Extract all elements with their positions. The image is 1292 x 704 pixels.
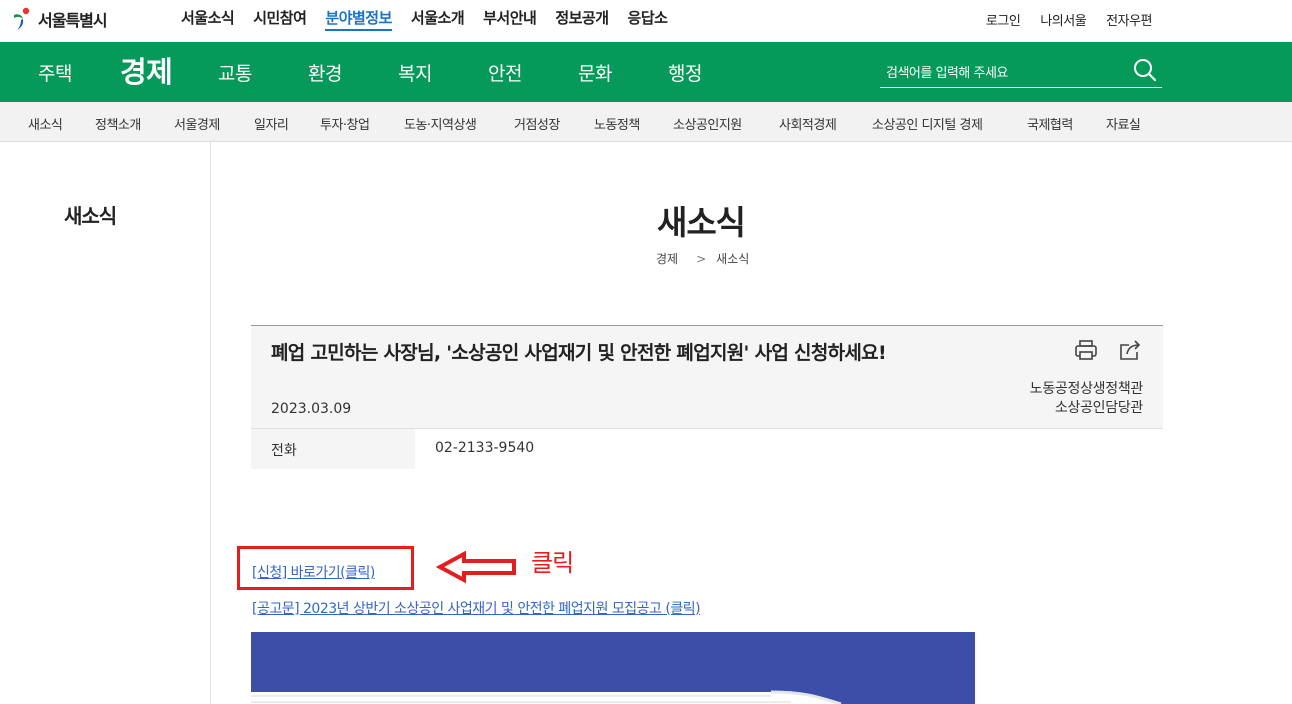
gnb-seoul-news[interactable]: 서울소식	[181, 8, 235, 31]
subnav-digital-economy[interactable]: 소상공인 디지털 경제	[872, 114, 983, 133]
subnav-policy-intro[interactable]: 정책소개	[95, 114, 141, 133]
seoul-logo[interactable]: 서울특별시	[10, 4, 108, 34]
subnav-international[interactable]: 국제협력	[1027, 114, 1073, 133]
seoul-logo-icon	[14, 7, 30, 30]
article-header: 폐업 고민하는 사장님, '소상공인 사업재기 및 안전한 폐업지원' 사업 신…	[251, 325, 1163, 469]
utility-menu: 로그인 나의서울 전자우편	[966, 10, 1153, 29]
phone-label: 전화	[251, 429, 415, 469]
subnav-regional[interactable]: 도농·지역상생	[404, 114, 477, 133]
logo-text: 서울특별시	[38, 11, 108, 30]
subnav-small-business[interactable]: 소상공인지원	[673, 114, 742, 133]
sidebar-title: 새소식	[64, 204, 117, 228]
category-nav: 주택 경제 교통 환경 복지 안전 문화 행정	[0, 42, 1292, 102]
breadcrumb: 경제 > 새소식	[656, 250, 749, 267]
subnav-social-economy[interactable]: 사회적경제	[779, 114, 837, 133]
email-link[interactable]: 전자우편	[1106, 10, 1152, 29]
gnb-departments[interactable]: 부서안내	[483, 8, 537, 31]
gnb-field-info[interactable]: 분야별정보	[325, 8, 392, 31]
category-culture[interactable]: 문화	[578, 42, 612, 102]
sidebar-divider	[210, 142, 211, 704]
subnav-news[interactable]: 새소식	[28, 114, 63, 133]
category-safety[interactable]: 안전	[488, 42, 522, 102]
category-environment[interactable]: 환경	[308, 42, 342, 102]
gnb-citizen-participation[interactable]: 시민참여	[253, 8, 307, 31]
print-icon[interactable]	[1073, 338, 1099, 362]
page-title: 새소식	[656, 203, 746, 242]
subnav-investment[interactable]: 투자·창업	[320, 114, 370, 133]
department-line-1: 노동공정상생정책관	[1029, 381, 1144, 397]
sub-nav: 새소식 정책소개 서울경제 일자리 투자·창업 도농·지역상생 거점성장 노동정…	[0, 102, 1292, 142]
category-economy[interactable]: 경제	[120, 42, 173, 102]
breadcrumb-economy[interactable]: 경제	[656, 250, 678, 267]
search-box	[880, 57, 1162, 88]
phone-row: 전화 02-2133-9540	[251, 428, 1163, 469]
category-administration[interactable]: 행정	[668, 42, 702, 102]
article-date: 2023.03.09	[271, 401, 352, 417]
phone-value: 02-2133-9540	[415, 429, 1163, 469]
subnav-hub-growth[interactable]: 거점성장	[514, 114, 560, 133]
click-annotation: 클릭	[531, 549, 574, 577]
gnb-about-seoul[interactable]: 서울소개	[411, 8, 465, 31]
arrow-left-icon	[436, 551, 516, 583]
category-transport[interactable]: 교통	[218, 42, 252, 102]
poster-graphic	[251, 690, 842, 704]
poster-image	[251, 632, 975, 704]
my-seoul-link[interactable]: 나의서울	[1040, 10, 1086, 29]
category-housing[interactable]: 주택	[38, 42, 72, 102]
subnav-labor-policy[interactable]: 노동정책	[594, 114, 640, 133]
search-icon[interactable]	[1132, 57, 1158, 83]
apply-link[interactable]: [신청] 바로가기(클릭)	[252, 562, 375, 582]
gnb-eungdapso[interactable]: 응답소	[628, 8, 668, 31]
subnav-seoul-economy[interactable]: 서울경제	[174, 114, 220, 133]
breadcrumb-current: 새소식	[716, 252, 750, 266]
gnb-info-disclosure[interactable]: 정보공개	[555, 8, 609, 31]
search-input[interactable]	[886, 63, 1126, 83]
global-nav: 서울소식 시민참여 분야별정보 서울소개 부서안내 정보공개 응답소	[181, 8, 686, 31]
article-department: 노동공정상생정책관 소상공인담당관	[1029, 380, 1144, 418]
top-bar: 서울특별시 서울소식 시민참여 분야별정보 서울소개 부서안내 정보공개 응답소…	[0, 0, 1292, 42]
login-link[interactable]: 로그인	[986, 10, 1021, 29]
article-title: 폐업 고민하는 사장님, '소상공인 사업재기 및 안전한 폐업지원' 사업 신…	[271, 342, 887, 364]
notice-link[interactable]: [공고문] 2023년 상반기 소상공인 사업재기 및 안전한 폐업지원 모집공…	[252, 598, 701, 618]
subnav-jobs[interactable]: 일자리	[254, 114, 289, 133]
department-line-2: 소상공인담당관	[1054, 400, 1143, 416]
chevron-right-icon: >	[696, 251, 707, 266]
subnav-archive[interactable]: 자료실	[1106, 114, 1141, 133]
category-welfare[interactable]: 복지	[398, 42, 432, 102]
share-icon[interactable]	[1117, 338, 1143, 362]
